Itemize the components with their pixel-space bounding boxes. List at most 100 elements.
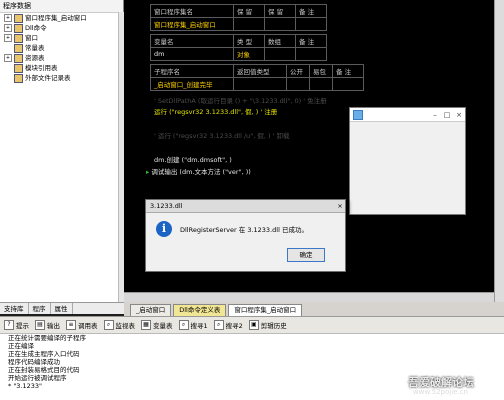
code-line-dm-create[interactable]: dm.创建 ("dm.dmsoft", ) [154,154,232,164]
tab-program[interactable]: 程序 [29,303,51,314]
expand-toggle-icon[interactable]: + [4,14,12,22]
output-tab-tips[interactable]: ? 提示 [4,320,29,330]
subroutine-cell[interactable] [233,77,287,91]
output-tab-search1[interactable]: ⌕ 搜寻1 [178,320,208,330]
code-line-comment-unregister[interactable]: ' 运行 ("regsvr32 3.1233.dll /u", 假, ) ' 卸… [154,130,289,140]
dialog-message: DllRegisterServer 在 3.1233.dll 已成功。 [180,226,308,234]
assembly-table: 窗口程序集名 保 留 保 留 备 注 窗口程序集_启动窗口 [150,4,327,31]
maximize-icon[interactable]: □ [441,111,453,119]
left-panel-tabs: 支持库 程序 属性 [0,302,124,314]
expand-toggle-icon[interactable]: + [4,24,12,32]
output-tab-variables[interactable]: ▦ 变量表 [141,320,173,330]
tree-item[interactable]: + 窗口程序集_启动窗口 [0,13,123,23]
code-line-run-regsvr[interactable]: 运行 ("regsvr32 3.1233.dll", 假, ) ' 注册 [154,106,277,116]
message-dialog[interactable]: 3.1233.dll × i DllRegisterServer 在 3.123… [145,199,346,272]
search1-icon: ⌕ [178,320,189,330]
tree-node-icon [14,13,23,23]
assembly-header-note: 备 注 [295,4,327,18]
assembly-header-name: 窗口程序集名 [150,4,234,18]
assembly-cell[interactable] [264,17,296,31]
tab-support-library[interactable]: 支持库 [0,303,29,314]
output-line: 正在封装易格式目的代码 [8,366,80,374]
tree-node-icon [14,43,23,53]
tree-item-label: 窗口 [25,34,38,42]
tree-item[interactable]: + 窗口 [0,33,123,43]
watch-icon: ⌕ [103,320,114,330]
subroutine-name-cell[interactable]: _启动窗口_创建完毕 [150,77,234,91]
tree-node-icon [14,63,23,73]
output-icon: ▤ [35,320,45,330]
subroutine-cell[interactable] [332,77,364,91]
assembly-cell[interactable] [295,17,327,31]
clip-history-icon: ▣ [248,320,259,330]
subroutine-header-package: 易包 [309,64,333,78]
output-tab-label: 监视表 [115,322,136,330]
tree-item[interactable]: 模块引用表 [0,63,123,73]
project-tree-panel: 程序数据 + 窗口程序集_启动窗口 + Dll命令 + 窗口 常量表 + 资源表 模块引用表 外部文… [0,0,124,302]
expand-toggle-icon[interactable]: + [4,34,12,42]
tree-item-label: 外部文件记录表 [25,74,71,82]
variable-type-cell[interactable]: 对象 [233,47,265,61]
variable-cell[interactable] [295,47,327,61]
tab-dll-commands[interactable]: Dll命令定义表 [173,304,227,316]
variable-cell[interactable] [264,47,296,61]
code-horizontal-scrollbar[interactable] [124,292,494,302]
output-tab-label: 搜寻2 [225,322,243,330]
dialog-titlebar[interactable]: 3.1233.dll × [146,200,345,213]
tree-item-label: Dll命令 [25,24,47,32]
editor-tabs: _启动窗口 Dll命令定义表 窗口程序集_启动窗口 [124,302,504,316]
tree-item[interactable]: + 资源表 [0,53,123,63]
output-toolbar: ? 提示 ▤ 输出 ≡ 调用表 ⌕ 监视表 ▦ 变量表 ⌕ 搜寻1 ⌕ 搜寻2 ▣ 剪辑历史 [0,316,504,334]
tab-window-assembly[interactable]: 窗口程序集_启动窗口 [228,304,303,316]
output-tab-watch[interactable]: ⌕ 监视表 [103,320,136,330]
code-line-debug-output-text: 调试输出 (dm.文本方法 ("ver", )) [151,168,251,176]
tree-item[interactable]: 常量表 [0,43,123,53]
output-tab-label: 搜寻1 [190,322,208,330]
output-line: 正在生成主程序入口代码 [8,350,80,358]
variable-header-name: 变量名 [150,34,234,48]
output-tab-clip-history[interactable]: ▣ 剪辑历史 [248,320,287,330]
output-tab-search2[interactable]: ⌕ 搜寻2 [213,320,243,330]
tree-item[interactable]: 外部文件记录表 [0,73,123,83]
tree-item-label: 资源表 [25,54,45,62]
tab-startup-window[interactable]: _启动窗口 [130,304,172,316]
output-tab-output[interactable]: ▤ 输出 [35,320,60,330]
output-tab-label: 调用表 [78,322,98,330]
variable-name-cell[interactable]: dm [150,47,234,61]
ok-button[interactable]: 确定 [287,248,325,262]
dialog-close-icon[interactable]: × [335,200,345,212]
code-vertical-scrollbar[interactable] [494,0,504,302]
watermark-url: www.52pojie.cn [412,388,468,396]
tab-properties[interactable]: 属性 [51,303,73,314]
output-tab-label: 输出 [47,322,60,330]
call-stack-icon: ≡ [66,320,76,330]
search2-icon: ⌕ [213,320,224,330]
output-line: 程序代码编译成功 [8,358,60,366]
variables-icon: ▦ [141,320,151,330]
project-tree-root[interactable]: 程序数据 [0,0,123,13]
subroutine-header-name: 子程序名 [150,64,234,78]
output-tab-label: 变量表 [153,322,173,330]
expand-toggle-icon[interactable]: + [4,54,12,62]
output-line: 正在统计需要编译的子程序 [8,334,86,342]
variable-header-note: 备 注 [295,34,327,48]
code-line-debug-output[interactable]: ▸ 调试输出 (dm.文本方法 ("ver", )) [146,166,251,176]
running-app-window[interactable]: – □ × [349,107,466,215]
subroutine-cell[interactable] [286,77,310,91]
subroutine-cell[interactable] [309,77,333,91]
assembly-cell[interactable] [233,17,265,31]
tree-node-icon [14,33,23,43]
app-icon [353,109,363,120]
output-tab-call-stack[interactable]: ≡ 调用表 [66,320,98,330]
running-app-titlebar[interactable]: – □ × [350,108,465,122]
subroutine-header-note: 备 注 [332,64,364,78]
output-tab-label: 提示 [16,322,29,330]
subroutine-table: 子程序名 返回值类型 公开 易包 备 注 _启动窗口_创建完毕 [150,64,364,91]
tree-item-label: 常量表 [25,44,45,52]
assembly-name-cell[interactable]: 窗口程序集_启动窗口 [150,17,234,31]
code-line-comment-setdllpath[interactable]: ' SetDllPathA (取运行目录 () + "\3.1233.dll",… [154,95,327,105]
tree-item[interactable]: + Dll命令 [0,23,123,33]
minimize-icon[interactable]: – [429,111,441,119]
assembly-header-reserved1: 保 留 [233,4,265,18]
close-icon[interactable]: × [453,111,465,119]
